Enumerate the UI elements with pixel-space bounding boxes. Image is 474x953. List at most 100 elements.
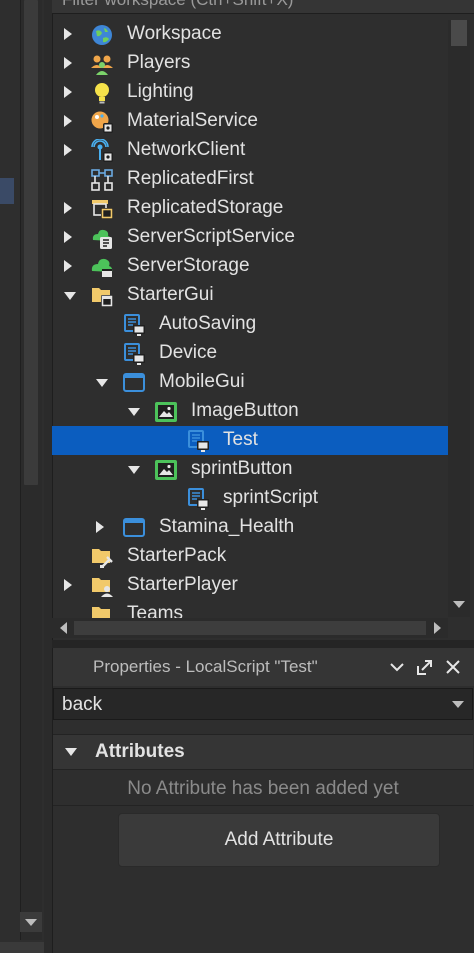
undock-icon[interactable] — [414, 656, 436, 678]
explorer-filter-bar[interactable]: Filter workspace (Ctrl+Shift+X) — [52, 0, 474, 14]
image-button-icon — [154, 458, 178, 482]
tree-item-label: Workspace — [127, 23, 222, 44]
tree-item-lighting[interactable]: Lighting — [52, 78, 448, 107]
tree-item-startergui[interactable]: StarterGui — [52, 281, 448, 310]
replicated-first-icon — [90, 168, 114, 192]
starter-gui-folder-icon — [90, 284, 114, 308]
tree-item-sprintbutton[interactable]: sprintButton — [52, 455, 448, 484]
screen-gui-icon — [122, 371, 146, 395]
tree-item-imagebutton[interactable]: ImageButton — [52, 397, 448, 426]
tree-item-materialservice[interactable]: MaterialService — [52, 107, 448, 136]
network-client-icon — [90, 138, 114, 163]
expand-caret-right-icon[interactable] — [96, 521, 104, 533]
tree-item-label: sprintScript — [223, 487, 319, 508]
expand-caret-right-icon[interactable] — [64, 231, 72, 243]
properties-title: Properties - LocalScript "Test" — [93, 657, 318, 676]
expand-caret-right-icon[interactable] — [64, 57, 72, 69]
scroll-down-arrow-icon[interactable] — [453, 601, 465, 608]
properties-panel: Properties - LocalScript "Test" Attribut… — [52, 648, 474, 953]
chevron-down-icon — [25, 919, 37, 926]
local-script-icon — [186, 487, 210, 511]
lightbulb-icon — [90, 81, 114, 105]
expand-caret-right-icon[interactable] — [64, 202, 72, 214]
explorer-tree: Workspace Players Lighting MaterialService N… — [52, 20, 448, 620]
close-icon[interactable] — [442, 656, 464, 678]
expand-caret-right-icon[interactable] — [64, 144, 72, 156]
starter-pack-folder-icon — [90, 545, 114, 569]
tree-item-label: StarterGui — [127, 284, 214, 305]
attributes-empty-message: No Attribute has been added yet — [53, 774, 473, 806]
expand-caret-down-icon[interactable] — [128, 408, 140, 416]
panel-splitter[interactable] — [44, 0, 52, 953]
tree-item-serverstorage[interactable]: ServerStorage — [52, 252, 448, 281]
attributes-header-label: Attributes — [95, 741, 185, 762]
tree-item-label: Test — [223, 429, 258, 450]
expand-caret-right-icon[interactable] — [64, 86, 72, 98]
expand-caret-right-icon[interactable] — [64, 579, 72, 591]
chevron-down-icon[interactable] — [386, 656, 408, 678]
expand-caret-down-icon[interactable] — [64, 292, 76, 300]
tree-item-label: StarterPlayer — [127, 574, 238, 595]
properties-filter-field[interactable] — [53, 688, 473, 720]
tree-item-test[interactable]: Test — [52, 426, 448, 455]
explorer-vertical-scrollbar[interactable] — [448, 20, 470, 617]
expand-caret-right-icon[interactable] — [64, 115, 72, 127]
explorer-vertical-scroll-thumb[interactable] — [451, 20, 467, 46]
tree-item-replicatedstorage[interactable]: ReplicatedStorage — [52, 194, 448, 223]
tree-item-mobilegui[interactable]: MobileGui — [52, 368, 448, 397]
local-script-icon — [186, 429, 210, 453]
tree-item-networkclient[interactable]: NetworkClient — [52, 136, 448, 165]
tree-item-label: AutoSaving — [159, 313, 257, 334]
adjacent-panel-scroll-thumb[interactable] — [24, 0, 38, 485]
tree-item-starterpack[interactable]: StarterPack — [52, 542, 448, 571]
tree-item-label: ReplicatedFirst — [127, 168, 254, 189]
tree-item-label: Device — [159, 342, 218, 363]
adjacent-panel-strip — [0, 0, 44, 953]
attributes-section-header[interactable]: Attributes — [53, 734, 473, 770]
material-service-icon — [90, 110, 114, 134]
collapse-caret-icon[interactable] — [65, 748, 77, 756]
tree-item-serverscriptservice[interactable]: ServerScriptService — [52, 223, 448, 252]
image-button-icon — [154, 400, 178, 424]
tree-item-sprintscript[interactable]: sprintScript — [52, 484, 448, 513]
tree-item-stamina-health[interactable]: Stamina_Health — [52, 513, 448, 542]
explorer-horizontal-scrollbar[interactable] — [52, 618, 448, 638]
tree-item-label: ReplicatedStorage — [127, 197, 284, 218]
panel-splitter-horizontal[interactable] — [52, 640, 474, 648]
expand-caret-down-icon[interactable] — [96, 379, 108, 387]
tree-item-label: sprintButton — [191, 458, 293, 479]
tree-item-label: MaterialService — [127, 110, 258, 131]
tree-item-label: Stamina_Health — [159, 516, 295, 537]
tree-item-label: StarterPack — [127, 545, 227, 566]
scroll-left-arrow-icon[interactable] — [60, 622, 67, 634]
screen-gui-icon — [122, 516, 146, 540]
tree-item-label: NetworkClient — [127, 139, 246, 160]
replicated-storage-icon — [90, 197, 114, 221]
tree-item-replicatedfirst[interactable]: ReplicatedFirst — [52, 165, 448, 194]
starter-player-folder-icon — [90, 574, 114, 598]
properties-title-bar: Properties - LocalScript "Test" — [53, 648, 474, 686]
server-script-service-icon — [90, 226, 114, 250]
tree-item-label: Players — [127, 52, 191, 73]
explorer-horizontal-scroll-thumb[interactable] — [74, 621, 426, 635]
add-attribute-button[interactable]: Add Attribute — [118, 813, 440, 867]
explorer-filter-text: Filter workspace (Ctrl+Shift+X) — [62, 0, 293, 10]
players-icon — [90, 52, 114, 76]
tree-item-device[interactable]: Device — [52, 339, 448, 368]
tree-item-label: ServerScriptService — [127, 226, 295, 247]
tree-item-starterplayer[interactable]: StarterPlayer — [52, 571, 448, 600]
expand-caret-down-icon[interactable] — [128, 466, 140, 474]
expand-caret-right-icon[interactable] — [64, 28, 72, 40]
scroll-right-arrow-icon[interactable] — [434, 622, 441, 634]
tree-item-autosaving[interactable]: AutoSaving — [52, 310, 448, 339]
local-script-icon — [122, 342, 146, 366]
tree-item-players[interactable]: Players — [52, 49, 448, 78]
tree-item-label: Lighting — [127, 81, 194, 102]
local-script-icon — [122, 313, 146, 337]
properties-filter-input[interactable] — [62, 692, 432, 718]
tree-item-teams[interactable]: Teams — [52, 600, 448, 620]
tree-item-label: MobileGui — [159, 371, 245, 392]
expand-caret-right-icon[interactable] — [64, 260, 72, 272]
chevron-down-icon[interactable] — [452, 701, 464, 708]
tree-item-workspace[interactable]: Workspace — [52, 20, 448, 49]
